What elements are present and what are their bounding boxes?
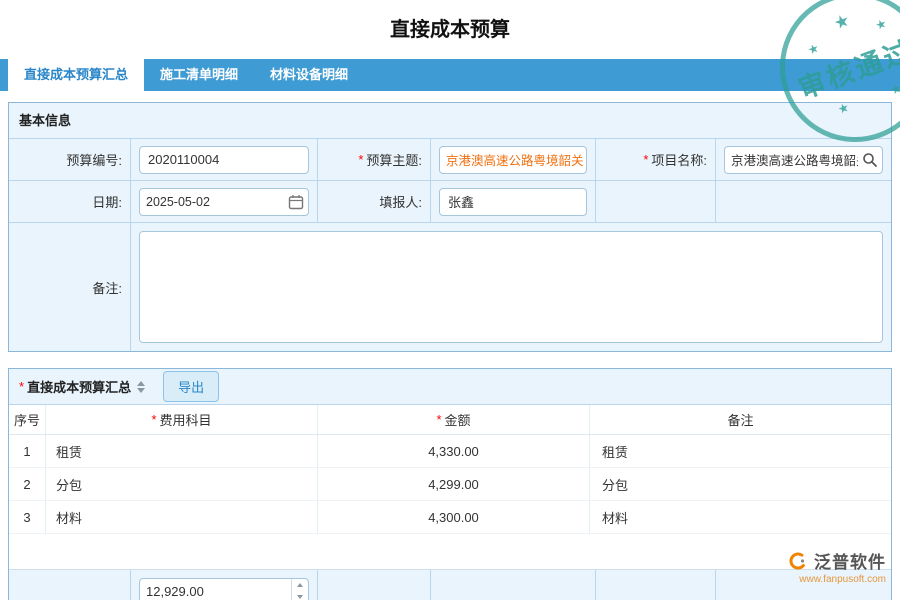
header-remark: 备注 xyxy=(590,405,891,434)
required-marker: * xyxy=(643,152,648,167)
budget-subject-label: * 预算主题: xyxy=(318,139,431,181)
form-row-remark: 备注: xyxy=(9,223,891,351)
form-row-1: 预算编号: * 预算主题: 京港澳高速公路粤境韶关 * 项目名称: xyxy=(9,139,891,181)
table-header-row: 序号 * 费用科目 * 金额 备注 xyxy=(9,405,891,435)
budget-no-label: 预算编号: xyxy=(9,139,131,181)
row-no: 1 xyxy=(9,435,46,467)
reporter-input[interactable] xyxy=(439,188,587,216)
table-empty-area xyxy=(9,534,891,570)
remark-label: 备注: xyxy=(9,223,131,351)
header-subject: * 费用科目 xyxy=(46,405,318,434)
footer-total-cell xyxy=(131,570,318,600)
summary-header: * 直接成本预算汇总 导出 xyxy=(9,369,891,405)
calendar-icon[interactable] xyxy=(288,194,304,210)
vendor-logo-icon xyxy=(788,551,808,571)
budget-subject-cell: 京港澳高速公路粤境韶关 xyxy=(431,139,596,181)
vendor-site-url[interactable]: www.fanpusoft.com xyxy=(788,574,886,585)
required-marker: * xyxy=(358,152,363,167)
summary-panel: * 直接成本预算汇总 导出 序号 * 费用科目 * 金额 xyxy=(8,368,892,600)
row-remark: 材料 xyxy=(590,501,891,533)
stepper-arrows xyxy=(291,579,308,600)
tab-direct-cost-summary[interactable]: 直接成本预算汇总 xyxy=(8,59,144,91)
remark-textarea[interactable] xyxy=(139,231,883,343)
date-label: 日期: xyxy=(9,181,131,223)
row-amount: 4,330.00 xyxy=(318,435,590,467)
total-amount-stepper[interactable] xyxy=(139,578,309,600)
required-marker: * xyxy=(151,412,156,427)
budget-no-input[interactable] xyxy=(139,146,309,174)
header-no: 序号 xyxy=(9,405,46,434)
project-name-cell xyxy=(716,139,891,181)
basic-info-panel: 基本信息 预算编号: * 预算主题: 京港澳高速公路粤境韶关 * 项目名称: xyxy=(8,102,892,352)
export-button[interactable]: 导出 xyxy=(163,371,219,402)
row-remark: 租赁 xyxy=(590,435,891,467)
footer-empty-cell xyxy=(9,570,131,600)
total-amount-input[interactable] xyxy=(140,579,291,600)
tab-material-equipment-detail[interactable]: 材料设备明细 xyxy=(254,59,364,91)
vendor-name: 泛普软件 xyxy=(814,548,886,573)
vendor-logo: 泛普软件 www.fanpusoft.com xyxy=(788,548,886,585)
summary-title: 直接成本预算汇总 xyxy=(27,377,131,396)
row-no: 2 xyxy=(9,468,46,500)
table-row[interactable]: 3 材料 4,300.00 材料 xyxy=(9,501,891,534)
row-amount: 4,300.00 xyxy=(318,501,590,533)
date-input[interactable] xyxy=(139,188,309,216)
page-title: 直接成本预算 xyxy=(0,0,900,42)
row-no: 3 xyxy=(9,501,46,533)
tab-construction-list-detail[interactable]: 施工清单明细 xyxy=(144,59,254,91)
required-marker: * xyxy=(19,379,24,394)
row-remark: 分包 xyxy=(590,468,891,500)
basic-info-section-title: 基本信息 xyxy=(9,103,891,139)
summary-table: 序号 * 费用科目 * 金额 备注 1 租赁 4,330.00 租赁 xyxy=(9,405,891,600)
table-row[interactable]: 2 分包 4,299.00 分包 xyxy=(9,468,891,501)
sort-icon[interactable] xyxy=(137,381,145,393)
project-name-label: * 项目名称: xyxy=(596,139,716,181)
remark-cell xyxy=(131,223,891,351)
table-row[interactable]: 1 租赁 4,330.00 租赁 xyxy=(9,435,891,468)
star-icon xyxy=(807,43,820,56)
footer-empty-cell xyxy=(431,570,596,600)
stepper-up-button[interactable] xyxy=(292,579,308,591)
table-footer-row xyxy=(9,570,891,600)
stepper-down-button[interactable] xyxy=(292,591,308,600)
reporter-label: 填报人: xyxy=(318,181,431,223)
header-amount: * 金额 xyxy=(318,405,590,434)
footer-empty-cell xyxy=(596,570,716,600)
empty-cell xyxy=(596,181,716,223)
empty-cell xyxy=(716,181,891,223)
footer-empty-cell xyxy=(318,570,431,600)
project-name-input[interactable] xyxy=(724,146,883,174)
tab-bar: 直接成本预算汇总 施工清单明细 材料设备明细 xyxy=(0,59,900,91)
budget-subject-link[interactable]: 京港澳高速公路粤境韶关 xyxy=(439,146,587,174)
budget-no-cell xyxy=(131,139,318,181)
search-icon[interactable] xyxy=(862,152,878,168)
row-subject: 租赁 xyxy=(46,435,318,467)
form-row-2: 日期: 填报人: xyxy=(9,181,891,223)
row-subject: 材料 xyxy=(46,501,318,533)
date-cell xyxy=(131,181,318,223)
page: 直接成本预算 审核通过 直接成本预算汇总 施工清单明细 材料设备明细 基本信息 … xyxy=(0,0,900,600)
reporter-cell xyxy=(431,181,596,223)
required-marker: * xyxy=(436,412,441,427)
row-subject: 分包 xyxy=(46,468,318,500)
row-amount: 4,299.00 xyxy=(318,468,590,500)
